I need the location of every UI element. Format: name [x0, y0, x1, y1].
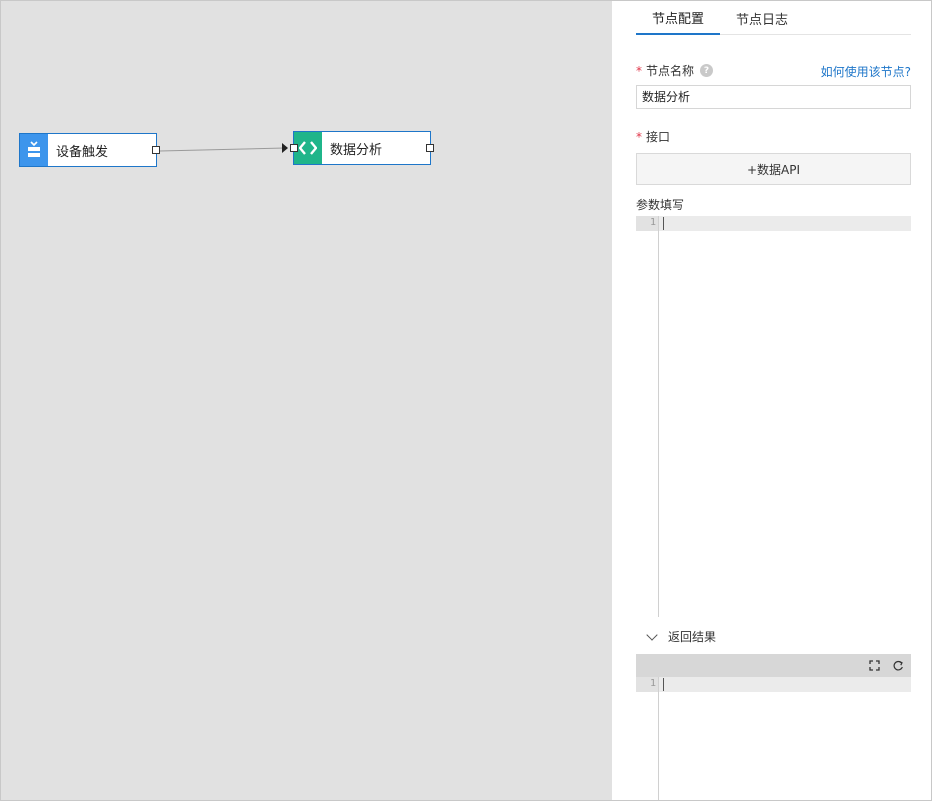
flow-canvas[interactable]: 设备触发 数据分析: [1, 1, 612, 800]
tab-node-log[interactable]: 节点日志: [720, 1, 804, 35]
result-toolbar: [636, 654, 911, 677]
edge-arrow-icon: [282, 143, 288, 153]
output-port[interactable]: [426, 144, 434, 152]
interface-label: * 接口: [636, 128, 670, 145]
input-port[interactable]: [290, 144, 298, 152]
refresh-icon[interactable]: [891, 659, 904, 672]
node-name-label-text: 节点名称: [646, 64, 695, 78]
line-gutter: 1: [636, 677, 659, 800]
code-icon: [294, 132, 322, 164]
node-label: 数据分析: [330, 142, 383, 158]
line-number: 1: [649, 217, 656, 228]
node-data-analysis[interactable]: 数据分析: [290, 131, 434, 165]
tab-node-config[interactable]: 节点配置: [636, 1, 721, 35]
result-toggle[interactable]: 返回结果: [646, 628, 717, 645]
interface-label-text: 接口: [646, 130, 671, 144]
question-icon[interactable]: ?: [700, 64, 714, 77]
active-line-highlight: [636, 677, 911, 692]
config-panel: 节点配置 节点日志 * 节点名称 ? 如何使用该节点? 数据分析 * 接口 +数…: [612, 1, 931, 800]
add-data-api-button[interactable]: +数据API: [636, 153, 911, 185]
text-cursor: [663, 217, 664, 230]
params-label: 参数填写: [636, 198, 685, 212]
required-mark: *: [636, 129, 642, 144]
help-link[interactable]: 如何使用该节点?: [821, 63, 911, 80]
active-line-highlight: [636, 216, 911, 231]
node-device-trigger[interactable]: 设备触发: [19, 133, 160, 167]
flow-edge: [159, 147, 286, 152]
device-trigger-icon: [20, 134, 48, 166]
chevron-down-icon: [646, 628, 658, 641]
text-cursor: [663, 678, 664, 691]
fullscreen-icon[interactable]: [868, 659, 881, 672]
required-mark: *: [636, 63, 642, 78]
node-name-input[interactable]: 数据分析: [636, 85, 911, 109]
line-gutter: 1: [636, 216, 659, 617]
app-frame: 设备触发 数据分析 节点配置 节点日志 * 节点名称 ? 如何使用该节点? 数据…: [0, 0, 932, 801]
result-label: 返回结果: [668, 630, 717, 644]
params-editor[interactable]: 1: [636, 216, 911, 617]
output-port[interactable]: [152, 146, 160, 154]
line-number: 1: [649, 678, 656, 689]
node-label: 设备触发: [56, 144, 109, 160]
node-name-label: * 节点名称 ?: [636, 62, 714, 79]
panel-tabs: 节点配置 节点日志: [636, 1, 911, 35]
result-editor[interactable]: 1: [636, 677, 911, 800]
